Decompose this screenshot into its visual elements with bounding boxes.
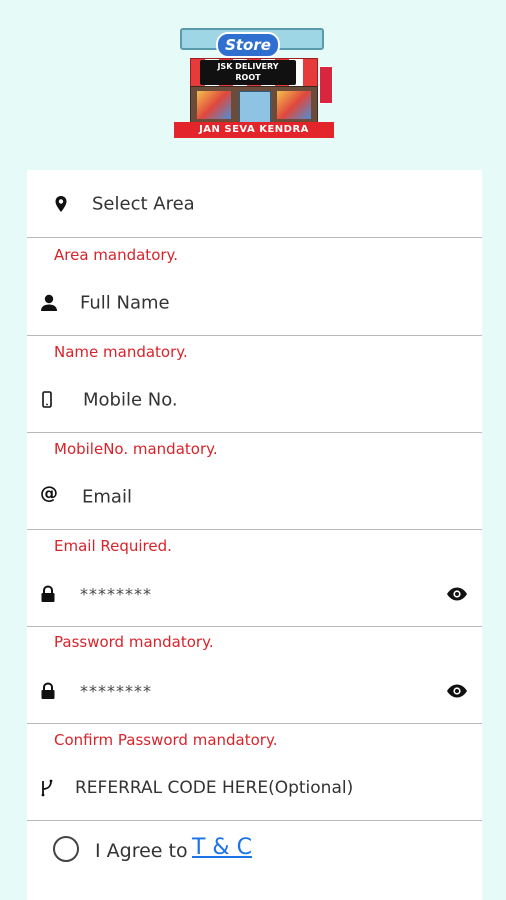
logo-door <box>239 91 271 125</box>
at-sign-icon: @ <box>40 483 58 503</box>
logo-sign-line-2: ROOT <box>235 73 261 82</box>
select-area-field[interactable]: Select Area <box>27 170 482 238</box>
eye-icon[interactable] <box>446 586 468 602</box>
email-field[interactable]: @ Email <box>27 464 482 530</box>
mobile-field[interactable]: Mobile No. <box>27 367 482 433</box>
person-icon <box>41 294 57 311</box>
app-logo: Store JSK DELIVERY ROOT JAN SEVA KENDRA <box>172 22 334 140</box>
password-error: Password mandatory. <box>54 633 214 651</box>
full-name-field[interactable]: Full Name <box>27 270 482 336</box>
terms-radio-button[interactable] <box>53 836 79 862</box>
logo-flag <box>319 66 333 104</box>
confirm-password-field[interactable]: ******** <box>27 658 482 724</box>
logo-window-right <box>277 91 311 119</box>
confirm-password-value: ******** <box>80 681 152 700</box>
email-label: Email <box>82 486 132 507</box>
svg-text:@: @ <box>40 483 58 503</box>
area-error: Area mandatory. <box>54 246 179 264</box>
lock-icon <box>41 584 55 602</box>
mobile-error: MobileNo. mandatory. <box>54 440 218 458</box>
logo-store-badge: Store <box>216 32 280 58</box>
logo-shopfront <box>190 86 318 125</box>
phone-icon <box>42 390 52 408</box>
password-field[interactable]: ******** <box>27 561 482 627</box>
lock-icon <box>41 681 55 699</box>
registration-form: Select Area Area mandatory. Full Name Na… <box>27 170 482 900</box>
referral-code-label: REFERRAL CODE HERE(Optional) <box>75 777 354 798</box>
agree-text: I Agree to <box>95 840 188 862</box>
full-name-label: Full Name <box>80 292 170 313</box>
location-pin-icon <box>55 195 67 212</box>
terms-link[interactable]: T & C <box>192 835 252 860</box>
email-error: Email Required. <box>54 537 172 555</box>
confirm-password-error: Confirm Password mandatory. <box>54 731 278 749</box>
logo-banner: JAN SEVA KENDRA <box>174 122 334 138</box>
name-error: Name mandatory. <box>54 343 188 361</box>
password-value: ******** <box>80 584 152 603</box>
mobile-label: Mobile No. <box>83 389 178 410</box>
logo-window-left <box>197 91 231 119</box>
branch-icon <box>41 779 53 796</box>
eye-icon[interactable] <box>446 683 468 699</box>
logo-sign: JSK DELIVERY ROOT <box>200 60 296 85</box>
logo-sign-line-1: JSK DELIVERY <box>217 62 279 71</box>
referral-code-field[interactable]: REFERRAL CODE HERE(Optional) <box>27 755 482 821</box>
select-area-label: Select Area <box>92 193 195 214</box>
